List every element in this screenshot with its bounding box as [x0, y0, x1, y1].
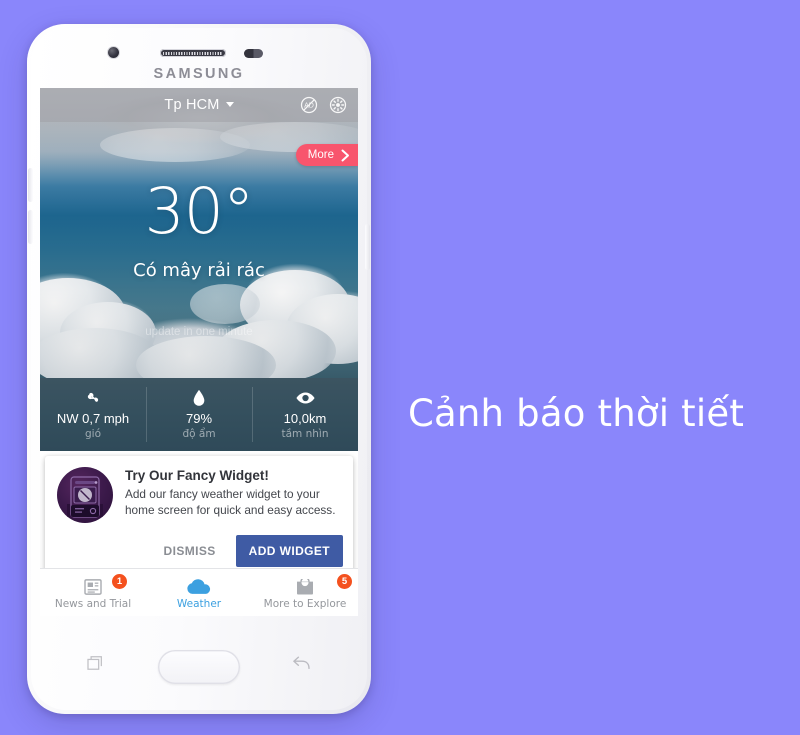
- proximity-sensor-icon: [244, 49, 263, 58]
- stat-value: NW 0,7 mph: [56, 410, 130, 426]
- eye-icon: [295, 390, 315, 407]
- last-updated-text: update in one minute: [145, 326, 253, 338]
- phone-screen: Tp HCM AD More 30° Có mây rải rác update…: [40, 88, 358, 616]
- card-body: Add our fancy weather widget to your hom…: [125, 487, 336, 518]
- topbar-icon-group: AD: [299, 95, 348, 115]
- nav-item-news[interactable]: News and Trial 1: [40, 569, 146, 616]
- nav-label: More to Explore: [263, 597, 347, 610]
- nav-item-explore[interactable]: More to Explore 5: [252, 569, 358, 616]
- chevron-right-icon: [341, 149, 349, 161]
- stat-visibility[interactable]: 10,0km tầm nhìn: [252, 378, 358, 451]
- tagline-text: Cảnh báo thời tiết: [408, 392, 745, 435]
- no-ads-icon[interactable]: AD: [299, 95, 319, 115]
- stat-label: tầm nhìn: [281, 427, 329, 440]
- earpiece-speaker-icon: [160, 49, 226, 57]
- city-selector[interactable]: Tp HCM: [164, 97, 234, 113]
- stat-value: 10,0km: [283, 410, 327, 426]
- more-button[interactable]: More: [295, 144, 358, 166]
- volume-up-button[interactable]: [28, 168, 33, 202]
- dismiss-button[interactable]: DISMISS: [158, 537, 222, 565]
- phone-device: SAMSUNG Tp HCM AD More 30° Có mây rải rá…: [27, 24, 371, 714]
- power-button[interactable]: [365, 224, 370, 270]
- nav-item-weather[interactable]: Weather: [146, 569, 252, 616]
- nav-badge-news: 1: [112, 574, 127, 589]
- chevron-down-icon: [225, 102, 234, 107]
- more-label: More: [307, 149, 334, 161]
- stat-value: 79%: [185, 410, 213, 426]
- wind-pinwheel-icon: [84, 390, 102, 407]
- city-label: Tp HCM: [164, 97, 220, 113]
- nav-label: News and Trial: [54, 597, 132, 610]
- volume-down-button[interactable]: [28, 210, 33, 244]
- front-camera-icon: [108, 47, 119, 58]
- back-key-icon[interactable]: [291, 655, 311, 676]
- stat-wind[interactable]: NW 0,7 mph gió: [40, 378, 146, 451]
- gear-icon[interactable]: [328, 95, 348, 115]
- svg-text:AD: AD: [304, 102, 314, 110]
- phone-widget-illustration-icon: [57, 467, 113, 523]
- news-icon: [84, 576, 102, 595]
- weather-stats-row: NW 0,7 mph gió 79% độ ẩm 10,0km tầm nhìn: [40, 378, 358, 451]
- explore-bag-icon: [296, 576, 314, 595]
- card-title: Try Our Fancy Widget!: [125, 468, 269, 483]
- phone-body: SAMSUNG Tp HCM AD More 30° Có mây rải rá…: [28, 28, 370, 710]
- stat-humidity[interactable]: 79% độ ẩm: [146, 378, 252, 451]
- stat-label: gió: [84, 427, 101, 440]
- brand-logo: SAMSUNG: [153, 66, 245, 82]
- nav-badge-explore: 5: [337, 574, 352, 589]
- add-widget-button[interactable]: ADD WIDGET: [235, 535, 343, 567]
- nav-label: Weather: [176, 597, 222, 610]
- home-button[interactable]: [158, 650, 240, 684]
- current-temperature: 30°: [144, 175, 255, 248]
- cloud-icon: [187, 576, 211, 595]
- widget-promo-card: Try Our Fancy Widget! Add our fancy weat…: [45, 456, 353, 578]
- weather-condition: Có mây rải rác: [133, 260, 265, 281]
- recents-key-icon[interactable]: [87, 655, 105, 676]
- stat-label: độ ẩm: [182, 427, 216, 440]
- app-topbar: Tp HCM AD: [40, 88, 358, 122]
- water-drop-icon: [192, 389, 206, 407]
- bottom-navigation: News and Trial 1 Weather More to Explore…: [40, 568, 358, 616]
